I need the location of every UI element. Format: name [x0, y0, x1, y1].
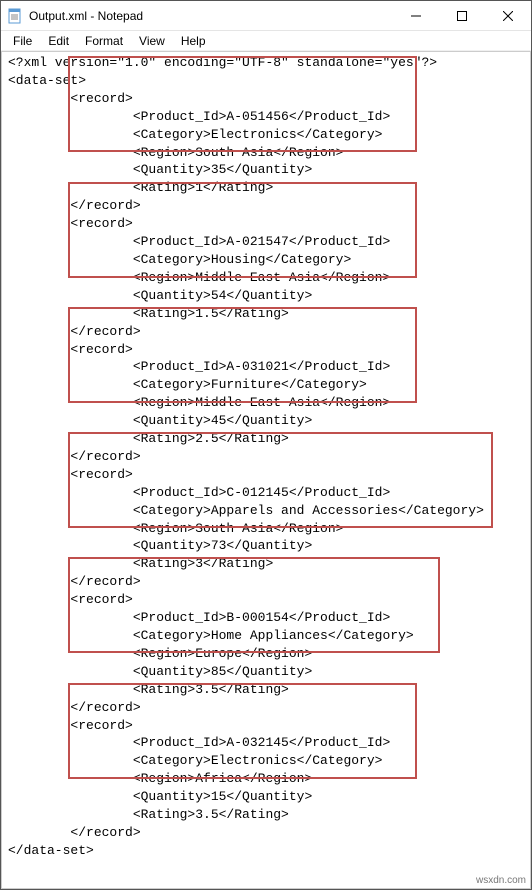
maximize-button[interactable] [439, 1, 485, 31]
menu-file[interactable]: File [5, 32, 40, 50]
minimize-button[interactable] [393, 1, 439, 31]
menu-view[interactable]: View [131, 32, 173, 50]
titlebar: Output.xml - Notepad [1, 1, 531, 31]
watermark: wsxdn.com [476, 875, 526, 886]
notepad-icon [7, 8, 23, 24]
menubar: File Edit Format View Help [1, 31, 531, 51]
notepad-window: Output.xml - Notepad File Edit Format Vi… [0, 0, 532, 890]
text-area[interactable]: <?xml version="1.0" encoding="UTF-8" sta… [1, 51, 531, 889]
window-title: Output.xml - Notepad [29, 9, 393, 23]
close-button[interactable] [485, 1, 531, 31]
menu-format[interactable]: Format [77, 32, 131, 50]
menu-edit[interactable]: Edit [40, 32, 77, 50]
menu-help[interactable]: Help [173, 32, 214, 50]
